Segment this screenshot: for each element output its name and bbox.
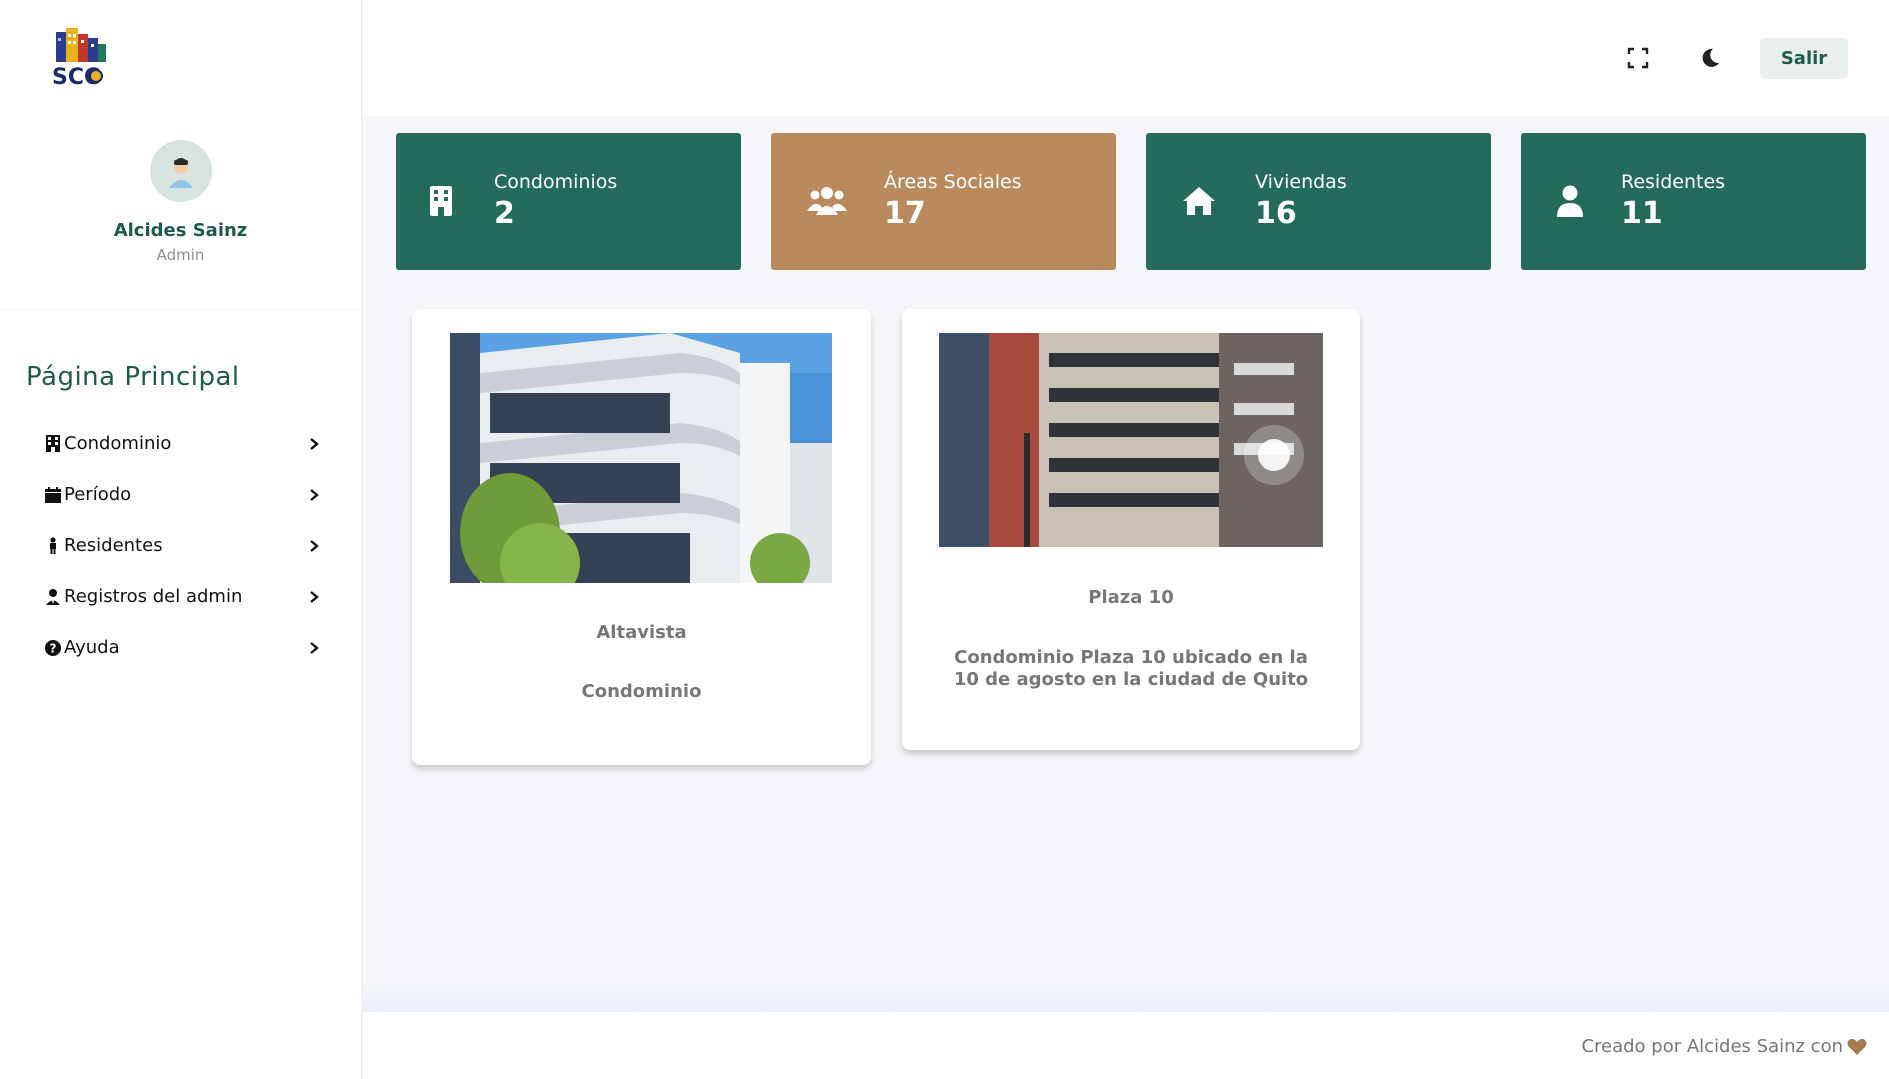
svg-text:?: ? — [50, 641, 57, 655]
condo-description: Condominio Plaza 10 ubicado en la 10 de … — [953, 647, 1309, 690]
moon-icon — [1702, 48, 1719, 67]
logo-area: SCC — [0, 0, 361, 116]
sidebar-item-periodo[interactable]: Período — [0, 469, 361, 520]
stat-value: 16 — [1255, 196, 1297, 231]
chevron-right-icon — [310, 437, 319, 450]
sidebar-item-ayuda[interactable]: ? Ayuda — [0, 622, 361, 673]
condo-photo — [450, 333, 832, 583]
question-circle-icon: ? — [44, 639, 62, 657]
stat-label: Viviendas — [1255, 171, 1347, 193]
fullscreen-icon — [1627, 47, 1649, 69]
condo-photo — [939, 333, 1323, 547]
chevron-right-icon — [310, 590, 319, 603]
profile-name: Alcides Sainz — [113, 220, 248, 241]
user-tie-icon — [44, 588, 62, 606]
stat-value: 17 — [884, 196, 926, 231]
topbar: Salir — [363, 0, 1889, 116]
calendar-icon — [44, 486, 62, 504]
stat-card-viviendas[interactable]: Viviendas 16 — [1146, 133, 1491, 270]
menu-title: Página Principal — [26, 362, 240, 392]
footer: Creado por Alcides Sainz con — [363, 1012, 1889, 1079]
footer-shade — [363, 982, 1889, 1012]
person-icon — [44, 537, 62, 555]
sidebar-menu: Condominio Período Residentes Registros … — [0, 418, 361, 673]
sidebar: SCC Alcides Sainz Admin Página Principal… — [0, 0, 362, 1079]
avatar[interactable] — [149, 140, 212, 202]
stat-card-condominios[interactable]: Condominios 2 — [396, 133, 741, 270]
home-icon — [1179, 183, 1219, 219]
condo-card-plaza-10[interactable]: Plaza 10 Condominio Plaza 10 ubicado en … — [902, 309, 1360, 750]
fullscreen-button[interactable] — [1620, 40, 1656, 76]
sidebar-item-label: Condominio — [64, 433, 172, 454]
user-icon — [1550, 183, 1590, 219]
theme-toggle-button[interactable] — [1692, 40, 1728, 76]
sidebar-item-label: Residentes — [64, 535, 163, 556]
user-profile: Alcides Sainz Admin — [0, 116, 361, 310]
heart-icon — [1847, 1038, 1867, 1055]
stat-label: Residentes — [1621, 171, 1726, 193]
profile-role: Admin — [156, 246, 205, 264]
stat-card-residentes[interactable]: Residentes 11 — [1521, 133, 1866, 270]
sidebar-item-condominio[interactable]: Condominio — [0, 418, 361, 469]
sidebar-item-label: Ayuda — [64, 637, 120, 658]
users-icon — [807, 183, 847, 219]
condo-name: Altavista — [596, 622, 687, 643]
stat-value: 11 — [1621, 196, 1663, 231]
sidebar-item-residentes[interactable]: Residentes — [0, 520, 361, 571]
building-icon — [421, 183, 461, 219]
sidebar-item-label: Registros del admin — [64, 586, 243, 607]
sidebar-item-registros[interactable]: Registros del admin — [0, 571, 361, 622]
building-icon — [44, 435, 62, 453]
chevron-right-icon — [310, 488, 319, 501]
building-photo-icon — [450, 333, 832, 583]
condo-description: Condominio — [581, 681, 702, 702]
stat-value: 2 — [494, 196, 515, 231]
chevron-right-icon — [310, 641, 319, 654]
condo-card-altavista[interactable]: Altavista Condominio — [412, 309, 871, 765]
stat-label: Áreas Sociales — [884, 171, 1022, 193]
logout-button[interactable]: Salir — [1760, 38, 1848, 79]
app-logo[interactable]: SCC — [48, 28, 112, 90]
user-avatar-icon — [168, 158, 193, 188]
chevron-right-icon — [310, 539, 319, 552]
sidebar-item-label: Período — [64, 484, 132, 505]
stat-card-areas-sociales[interactable]: Áreas Sociales 17 — [771, 133, 1116, 270]
stat-label: Condominios — [494, 171, 618, 193]
building-photo-icon — [939, 333, 1323, 547]
condo-name: Plaza 10 — [1088, 587, 1174, 608]
footer-text: Creado por Alcides Sainz con — [1581, 1036, 1843, 1057]
